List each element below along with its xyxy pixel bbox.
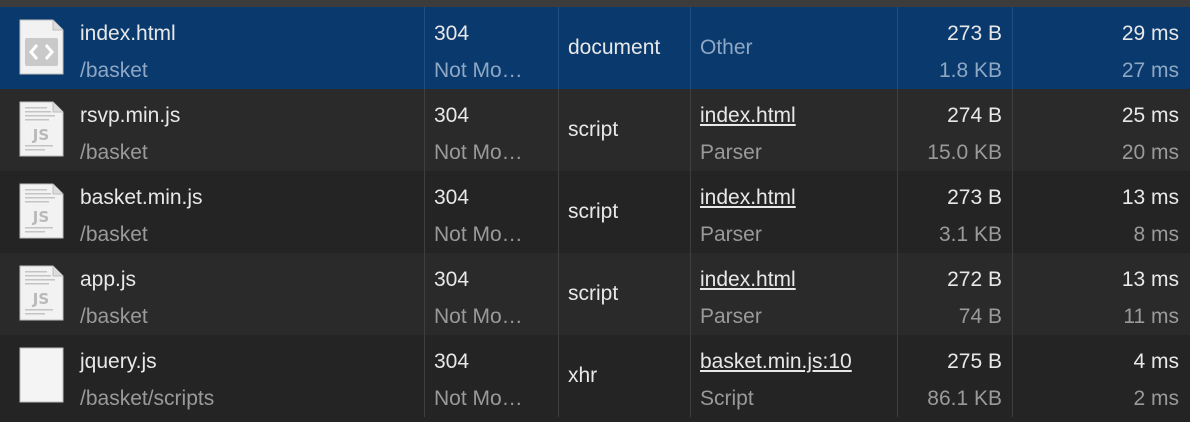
table-row[interactable]: index.html /basket 304 Not Mo… document … [0, 7, 1190, 89]
request-type: document [568, 36, 661, 59]
initiator-detail: Script [700, 387, 754, 410]
js-file-icon: JS [19, 183, 64, 239]
request-name: basket.min.js [80, 186, 203, 209]
time-cell: 29 ms 27 ms [1013, 7, 1190, 89]
initiator-cell: index.html Parser [691, 171, 898, 253]
size-cell: 272 B 74 B [898, 253, 1013, 335]
request-name: rsvp.min.js [80, 104, 181, 127]
name-cell[interactable]: JS basket.min.js /basket [0, 171, 425, 253]
status-code: 304 [434, 104, 470, 127]
table-row[interactable]: JS app.js /basket 304 Not Mo… script ind… [0, 253, 1190, 335]
svg-text:JS: JS [32, 126, 49, 144]
name-cell[interactable]: jquery.js /basket/scripts [0, 335, 425, 417]
status-text: Not Mo… [434, 223, 523, 246]
request-path: /basket [80, 305, 148, 328]
name-cell[interactable]: index.html /basket [0, 7, 425, 89]
initiator-text: Other [700, 36, 753, 59]
time-total: 13 ms [1121, 186, 1179, 209]
status-text: Not Mo… [434, 59, 523, 82]
request-path: /basket/scripts [80, 387, 215, 410]
status-cell: 304 Not Mo… [425, 171, 559, 253]
time-latency: 8 ms [1133, 223, 1179, 246]
size-resource: 15.0 KB [927, 141, 1002, 164]
type-cell: xhr [559, 335, 691, 417]
size-transferred: 274 B [947, 104, 1002, 127]
name-cell[interactable]: JS rsvp.min.js /basket [0, 89, 425, 171]
size-resource: 1.8 KB [938, 59, 1002, 82]
size-resource: 74 B [958, 305, 1002, 328]
initiator-detail: Parser [700, 305, 762, 328]
status-code: 304 [434, 186, 470, 209]
type-cell: script [559, 171, 691, 253]
size-resource: 3.1 KB [938, 223, 1002, 246]
initiator-cell: index.html Parser [691, 89, 898, 171]
name-cell[interactable]: JS app.js /basket [0, 253, 425, 335]
time-total: 4 ms [1133, 350, 1179, 373]
time-total: 13 ms [1121, 268, 1179, 291]
status-code: 304 [434, 350, 470, 373]
html-file-icon [19, 19, 64, 75]
request-name: index.html [80, 22, 176, 45]
size-transferred: 275 B [947, 350, 1002, 373]
size-transferred: 273 B [947, 22, 1002, 45]
status-code: 304 [434, 268, 470, 291]
status-cell: 304 Not Mo… [425, 89, 559, 171]
time-latency: 27 ms [1121, 59, 1179, 82]
initiator-link[interactable]: index.html [700, 186, 796, 210]
js-file-icon: JS [19, 265, 64, 321]
request-type: xhr [568, 364, 598, 387]
table-row[interactable]: JS basket.min.js /basket 304 Not Mo… scr… [0, 171, 1190, 253]
initiator-cell: basket.min.js:10 Script [691, 335, 898, 417]
initiator-detail: Parser [700, 223, 762, 246]
js-file-icon: JS [19, 101, 64, 157]
size-transferred: 272 B [947, 268, 1002, 291]
request-path: /basket [80, 223, 148, 246]
time-cell: 25 ms 20 ms [1013, 89, 1190, 171]
status-cell: 304 Not Mo… [425, 335, 559, 417]
type-cell: script [559, 89, 691, 171]
time-cell: 13 ms 8 ms [1013, 171, 1190, 253]
type-cell: script [559, 253, 691, 335]
time-latency: 11 ms [1123, 305, 1179, 328]
table-top-border [0, 0, 1190, 7]
request-name: jquery.js [80, 350, 157, 373]
size-cell: 273 B 1.8 KB [898, 7, 1013, 89]
network-requests-table: index.html /basket 304 Not Mo… document … [0, 0, 1190, 422]
request-type: script [568, 200, 619, 223]
table-row[interactable]: JS rsvp.min.js /basket 304 Not Mo… scrip… [0, 89, 1190, 171]
time-total: 25 ms [1121, 104, 1179, 127]
table-row[interactable]: jquery.js /basket/scripts 304 Not Mo… xh… [0, 335, 1190, 417]
time-total: 29 ms [1121, 22, 1179, 45]
size-cell: 275 B 86.1 KB [898, 335, 1013, 417]
time-cell: 13 ms 11 ms [1013, 253, 1190, 335]
initiator-detail: Parser [700, 141, 762, 164]
size-resource: 86.1 KB [927, 387, 1002, 410]
request-type: script [568, 118, 619, 141]
time-latency: 2 ms [1133, 387, 1179, 410]
type-cell: document [559, 7, 691, 89]
request-path: /basket [80, 141, 148, 164]
initiator-cell: Other [691, 7, 898, 89]
status-text: Not Mo… [434, 305, 523, 328]
status-cell: 304 Not Mo… [425, 7, 559, 89]
size-transferred: 273 B [947, 186, 1002, 209]
size-cell: 273 B 3.1 KB [898, 171, 1013, 253]
time-cell: 4 ms 2 ms [1013, 335, 1190, 417]
time-latency: 20 ms [1121, 141, 1179, 164]
initiator-link[interactable]: index.html [700, 104, 796, 128]
blank-file-icon [19, 347, 64, 403]
svg-text:JS: JS [32, 208, 49, 226]
status-text: Not Mo… [434, 141, 523, 164]
svg-text:JS: JS [32, 290, 49, 308]
status-text: Not Mo… [434, 387, 523, 410]
request-name: app.js [80, 268, 137, 291]
size-cell: 274 B 15.0 KB [898, 89, 1013, 171]
initiator-link[interactable]: index.html [700, 268, 796, 292]
initiator-cell: index.html Parser [691, 253, 898, 335]
status-cell: 304 Not Mo… [425, 253, 559, 335]
initiator-link[interactable]: basket.min.js:10 [700, 350, 852, 374]
request-path: /basket [80, 59, 148, 82]
status-code: 304 [434, 22, 470, 45]
request-type: script [568, 282, 619, 305]
